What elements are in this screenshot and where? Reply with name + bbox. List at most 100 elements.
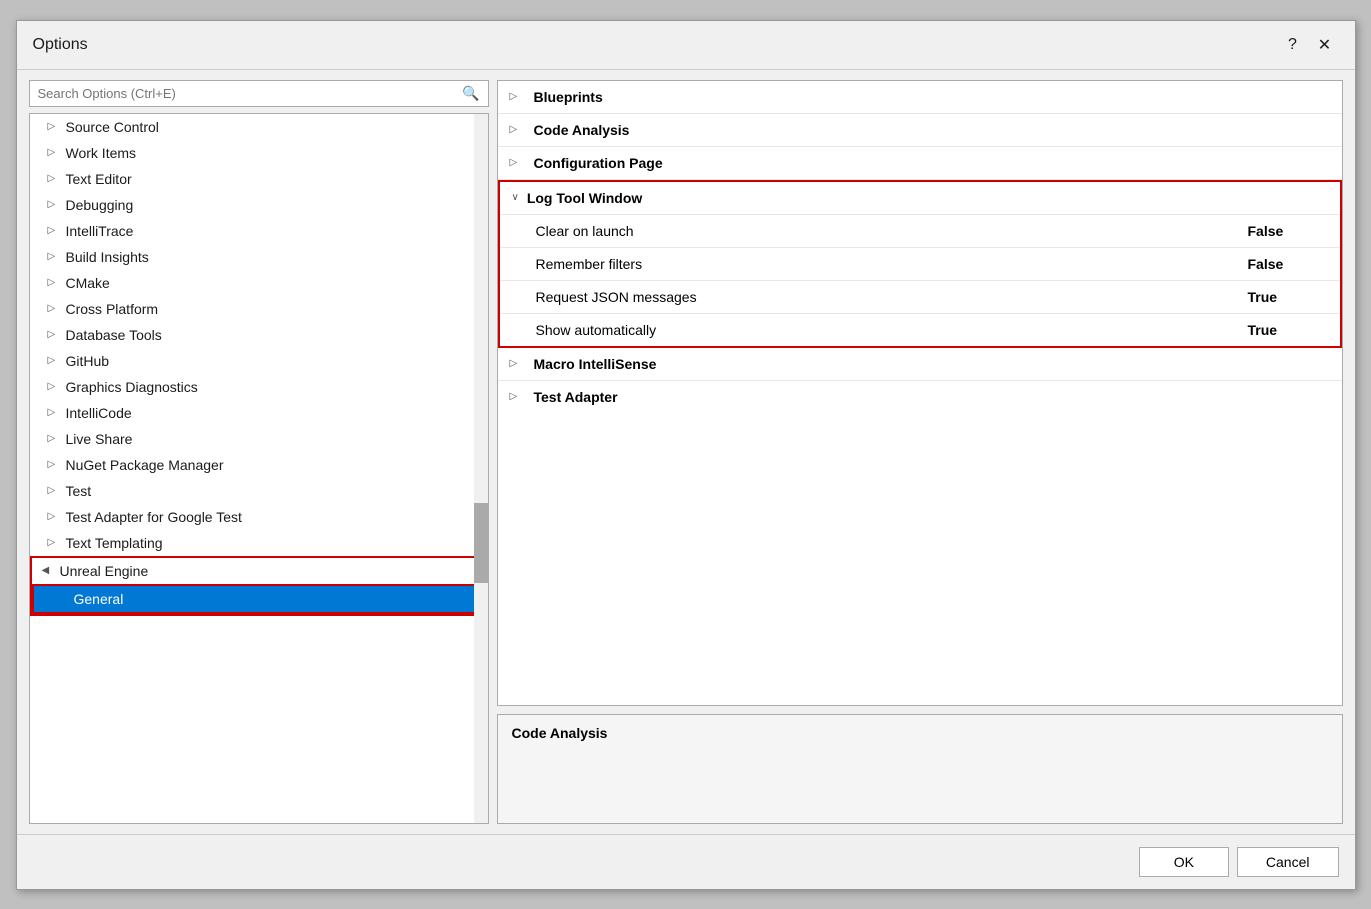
expand-icon: ▷ <box>510 91 526 102</box>
option-label: Code Analysis <box>534 122 1330 138</box>
arrow-icon: ▷ <box>48 485 60 496</box>
sub-value: True <box>1248 322 1328 338</box>
tree-item-label: Build Insights <box>66 249 149 265</box>
expand-icon: ▷ <box>510 124 526 135</box>
tree-item-graphics-diagnostics[interactable]: ▷ Graphics Diagnostics <box>30 374 488 400</box>
log-tool-label: Log Tool Window <box>527 190 642 206</box>
log-tool-section: ∨ Log Tool Window Clear on launch False … <box>498 180 1342 348</box>
arrow-icon: ▷ <box>48 303 60 314</box>
tree-item-intellitrace[interactable]: ▷ IntelliTrace <box>30 218 488 244</box>
tree-item-label: Debugging <box>66 197 134 213</box>
cancel-button[interactable]: Cancel <box>1237 847 1339 877</box>
options-dialog: Options ? ✕ 🔍 ▷ Source Control ▷ Work It… <box>16 20 1356 890</box>
tree-item-label: Cross Platform <box>66 301 159 317</box>
log-tool-body: Clear on launch False Remember filters F… <box>500 214 1340 346</box>
description-title: Code Analysis <box>512 725 1328 741</box>
sub-value: False <box>1248 223 1328 239</box>
arrow-icon: ▷ <box>48 381 60 392</box>
arrow-icon: ▷ <box>48 251 60 262</box>
arrow-icon: ▷ <box>48 277 60 288</box>
sub-value: True <box>1248 289 1328 305</box>
expand-icon: ▷ <box>510 157 526 168</box>
arrow-icon: ▷ <box>48 147 60 158</box>
expand-icon: ▷ <box>510 391 526 402</box>
description-panel: Code Analysis <box>497 714 1343 824</box>
log-tool-row-show[interactable]: Show automatically True <box>500 313 1340 346</box>
tree-item-label: IntelliCode <box>66 405 132 421</box>
tree-item-source-control[interactable]: ▷ Source Control <box>30 114 488 140</box>
option-row-blueprints[interactable]: ▷ Blueprints <box>498 81 1342 114</box>
tree-item-label: Source Control <box>66 119 159 135</box>
tree-item-general[interactable]: General <box>32 584 486 614</box>
tree-item-database-tools[interactable]: ▷ Database Tools <box>30 322 488 348</box>
tree-item-label: Unreal Engine <box>60 563 149 579</box>
search-box: 🔍 <box>29 80 489 107</box>
tree-item-label: NuGet Package Manager <box>66 457 224 473</box>
tree-item-live-share[interactable]: ▷ Live Share <box>30 426 488 452</box>
tree-item-build-insights[interactable]: ▷ Build Insights <box>30 244 488 270</box>
option-row-configuration-page[interactable]: ▷ Configuration Page <box>498 147 1342 180</box>
expand-arrow-icon: ◀ <box>42 565 54 576</box>
tree-item-github[interactable]: ▷ GitHub <box>30 348 488 374</box>
tree-item-work-items[interactable]: ▷ Work Items <box>30 140 488 166</box>
close-button[interactable]: ✕ <box>1311 31 1339 59</box>
arrow-icon: ▷ <box>48 433 60 444</box>
tree-item-cross-platform[interactable]: ▷ Cross Platform <box>30 296 488 322</box>
expand-icon: ▷ <box>510 358 526 369</box>
scrollbar-track[interactable] <box>474 114 488 823</box>
tree-item-test[interactable]: ▷ Test <box>30 478 488 504</box>
arrow-icon: ▷ <box>48 459 60 470</box>
option-label: Test Adapter <box>534 389 1330 405</box>
tree-item-label: GitHub <box>66 353 110 369</box>
general-label: General <box>74 591 124 607</box>
search-icon: 🔍 <box>462 85 479 102</box>
tree-item-text-templating[interactable]: ▷ Text Templating <box>30 530 488 556</box>
tree-item-test-adapter-google[interactable]: ▷ Test Adapter for Google Test <box>30 504 488 530</box>
left-panel: 🔍 ▷ Source Control ▷ Work Items ▷ Text E… <box>29 80 489 824</box>
tree-item-label: Graphics Diagnostics <box>66 379 198 395</box>
tree-item-unreal-engine[interactable]: ◀ Unreal Engine <box>32 558 486 584</box>
option-row-macro-intellisense[interactable]: ▷ Macro IntelliSense <box>498 348 1342 381</box>
tree-item-cmake[interactable]: ▷ CMake <box>30 270 488 296</box>
ok-button[interactable]: OK <box>1139 847 1229 877</box>
tree-item-text-editor[interactable]: ▷ Text Editor <box>30 166 488 192</box>
help-button[interactable]: ? <box>1279 31 1307 59</box>
arrow-icon: ▷ <box>48 407 60 418</box>
option-label: Configuration Page <box>534 155 1330 171</box>
log-tool-row-clear[interactable]: Clear on launch False <box>500 214 1340 247</box>
arrow-icon: ▷ <box>48 173 60 184</box>
arrow-icon: ▷ <box>48 199 60 210</box>
title-bar-buttons: ? ✕ <box>1279 31 1339 59</box>
footer: OK Cancel <box>17 834 1355 889</box>
dialog-title: Options <box>33 36 88 54</box>
log-tool-row-remember[interactable]: Remember filters False <box>500 247 1340 280</box>
sub-value: False <box>1248 256 1328 272</box>
arrow-icon: ▷ <box>48 511 60 522</box>
tree-item-label: CMake <box>66 275 110 291</box>
arrow-icon: ▷ <box>48 225 60 236</box>
option-label: Macro IntelliSense <box>534 356 1330 372</box>
tree-item-label: Test Adapter for Google Test <box>66 509 242 525</box>
log-tool-row-json[interactable]: Request JSON messages True <box>500 280 1340 313</box>
tree-item-label: Text Templating <box>66 535 163 551</box>
sub-label: Clear on launch <box>536 223 1248 239</box>
tree-panel: ▷ Source Control ▷ Work Items ▷ Text Edi… <box>29 113 489 824</box>
option-row-test-adapter[interactable]: ▷ Test Adapter <box>498 381 1342 413</box>
tree-item-nuget[interactable]: ▷ NuGet Package Manager <box>30 452 488 478</box>
option-label: Blueprints <box>534 89 1330 105</box>
arrow-icon: ▷ <box>48 121 60 132</box>
scrollbar-thumb[interactable] <box>474 503 488 583</box>
option-row-code-analysis[interactable]: ▷ Code Analysis <box>498 114 1342 147</box>
content-area: 🔍 ▷ Source Control ▷ Work Items ▷ Text E… <box>17 70 1355 834</box>
arrow-icon: ▷ <box>48 355 60 366</box>
search-input[interactable] <box>38 86 457 101</box>
sub-label: Request JSON messages <box>536 289 1248 305</box>
sub-label: Remember filters <box>536 256 1248 272</box>
tree-item-intellicode[interactable]: ▷ IntelliCode <box>30 400 488 426</box>
tree-item-label: IntelliTrace <box>66 223 134 239</box>
tree-item-label: Work Items <box>66 145 137 161</box>
tree-item-debugging[interactable]: ▷ Debugging <box>30 192 488 218</box>
tree-item-label: Database Tools <box>66 327 162 343</box>
log-tool-header[interactable]: ∨ Log Tool Window <box>500 182 1340 214</box>
arrow-icon: ▷ <box>48 537 60 548</box>
